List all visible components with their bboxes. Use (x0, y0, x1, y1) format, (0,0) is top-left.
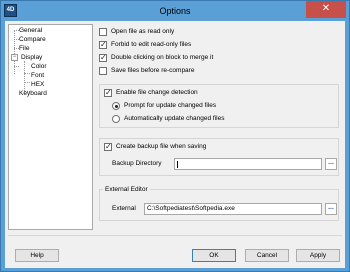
forbid-edit-checkbox[interactable] (99, 40, 107, 50)
button-bar-separator (8, 235, 342, 236)
tree-connector (24, 82, 30, 83)
auto-update-label: Automatically update changed files (124, 115, 225, 122)
double-click-merge-label: Double clicking on block to merge it (111, 54, 214, 61)
create-backup-label: Create backup file when saving (116, 143, 207, 150)
tree-item-hex[interactable]: HEX (31, 80, 44, 89)
prompt-update-radio[interactable] (112, 102, 120, 110)
tree-item-compare[interactable]: Compare (19, 35, 46, 44)
options-category-tree: General Compare File − Display Color Fon… (8, 24, 93, 230)
collapse-display-icon[interactable]: − (11, 54, 18, 61)
tree-connector (14, 66, 19, 67)
text-caret (177, 161, 178, 168)
prompt-update-label: Prompt for update changed files (124, 102, 217, 109)
backup-directory-label: Backup Directory (112, 160, 162, 167)
apply-button[interactable]: Apply (296, 249, 340, 262)
enable-change-detection-label: Enable file change detection (116, 89, 198, 96)
external-editor-field-label: External (112, 205, 136, 212)
backup-directory-browse-button[interactable]: ... (325, 158, 337, 170)
ok-button[interactable]: OK (192, 249, 236, 262)
dialog-body: General Compare File − Display Color Fon… (5, 21, 345, 268)
tree-item-keyboard[interactable]: Keyboard (19, 89, 47, 98)
tree-item-general[interactable]: General (19, 26, 42, 35)
tree-item-display[interactable]: Display (21, 53, 42, 62)
tree-connector (14, 30, 15, 74)
help-button[interactable]: Help (15, 249, 59, 262)
tree-item-color[interactable]: Color (31, 62, 47, 71)
tree-connector (24, 73, 30, 74)
save-before-compare-checkbox[interactable] (99, 67, 107, 75)
external-editor-group-label: External Editor (103, 185, 150, 195)
cancel-button[interactable]: Cancel (245, 249, 289, 262)
tree-connector (24, 61, 25, 91)
title-bar[interactable]: 4D Options ✕ (1, 1, 349, 21)
auto-update-radio[interactable] (112, 115, 120, 123)
enable-change-detection-checkbox[interactable] (104, 88, 112, 98)
tree-item-file[interactable]: File (19, 44, 29, 53)
external-editor-browse-button[interactable]: ... (325, 203, 337, 215)
create-backup-checkbox[interactable] (104, 142, 112, 152)
close-button[interactable]: ✕ (306, 1, 346, 18)
open-read-only-label: Open file as read only (111, 28, 175, 35)
forbid-edit-label: Forbid to edit read-only files (111, 41, 192, 48)
options-window: 4D Options ✕ General Compare File − Disp… (0, 0, 350, 272)
save-before-compare-label: Save files before re-compare (111, 67, 195, 74)
external-editor-input[interactable]: C:\Softpediatest\Softpedia.exe (144, 203, 322, 215)
backup-directory-input[interactable] (174, 158, 322, 170)
double-click-merge-checkbox[interactable] (99, 53, 107, 63)
tree-item-font[interactable]: Font (31, 71, 44, 80)
open-read-only-checkbox[interactable] (99, 28, 107, 36)
window-title: Options (159, 6, 191, 16)
